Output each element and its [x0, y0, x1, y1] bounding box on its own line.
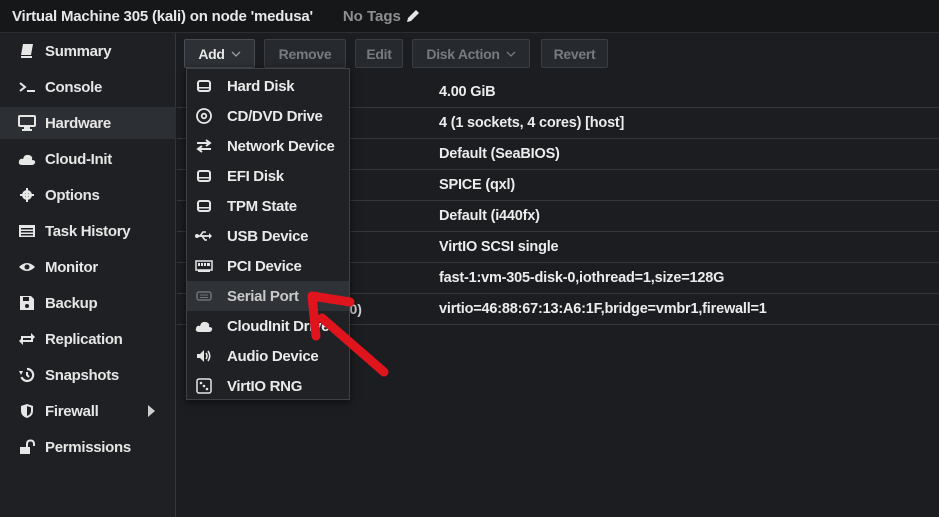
sidebar-item-label: Backup — [45, 294, 98, 312]
remove-button[interactable]: Remove — [264, 39, 346, 68]
shield-icon — [16, 401, 38, 421]
menu-item-label: Hard Disk — [227, 77, 295, 95]
sidebar-item-label: Summary — [45, 42, 112, 60]
sidebar-item-label: Options — [45, 186, 100, 204]
hdd-icon — [193, 76, 215, 96]
eye-icon — [16, 257, 38, 277]
sidebar-item-label: Console — [45, 78, 103, 96]
menu-item-label: Network Device — [227, 137, 335, 155]
menu-item-label: CloudInit Drive — [227, 317, 330, 335]
sidebar-item-task-history[interactable]: Task History — [0, 215, 176, 247]
window-title-bar: Virtual Machine 305 (kali) on node 'medu… — [0, 0, 939, 33]
cloud-icon — [16, 149, 38, 169]
row-value: virtio=46:88:67:13:A6:1F,bridge=vmbr1,fi… — [439, 301, 767, 317]
terminal-icon — [16, 77, 38, 97]
sidebar-item-label: Monitor — [45, 258, 98, 276]
tags-editor[interactable]: No Tags — [343, 8, 421, 25]
row-value: 4 (1 sockets, 4 cores) [host] — [439, 115, 625, 131]
retweet-icon — [16, 329, 38, 349]
page-title: Virtual Machine 305 (kali) on node 'medu… — [12, 7, 313, 25]
sidebar-item-console[interactable]: Console — [0, 71, 176, 103]
row-value: 4.00 GiB — [439, 84, 496, 100]
menu-item-efi-disk[interactable]: EFI Disk — [187, 161, 349, 191]
sidebar-item-options[interactable]: Options — [0, 179, 176, 211]
sidebar-item-cloud-init[interactable]: Cloud-Init — [0, 143, 176, 175]
disk-action-label: Disk Action — [426, 45, 500, 62]
row-value: Default (SeaBIOS) — [439, 146, 560, 162]
row-value: Default (i440fx) — [439, 208, 540, 224]
sidebar-item-snapshots[interactable]: Snapshots — [0, 359, 176, 391]
desktop-icon — [16, 113, 38, 133]
sidebar-item-backup[interactable]: Backup — [0, 287, 176, 319]
sidebar-item-label: Task History — [45, 222, 131, 240]
menu-item-label: VirtIO RNG — [227, 377, 303, 395]
menu-item-pci-device[interactable]: PCI Device — [187, 251, 349, 281]
sidebar-item-replication[interactable]: Replication — [0, 323, 176, 355]
menu-item-network-device[interactable]: Network Device — [187, 131, 349, 161]
row-value: VirtIO SCSI single — [439, 239, 559, 255]
menu-item-cloudinit-drive[interactable]: CloudInit Drive — [187, 311, 349, 341]
expand-arrow-icon[interactable] — [148, 405, 155, 417]
sidebar-item-summary[interactable]: Summary — [0, 35, 176, 67]
pci-card-icon — [193, 256, 215, 276]
add-button-label: Add — [198, 45, 225, 62]
menu-item-tpm-state[interactable]: TPM State — [187, 191, 349, 221]
sidebar-item-label: Cloud-Init — [45, 150, 112, 168]
menu-item-label: TPM State — [227, 197, 297, 215]
usb-icon — [193, 226, 215, 246]
menu-item-cd-dvd-drive[interactable]: CD/DVD Drive — [187, 101, 349, 131]
menu-item-label: EFI Disk — [227, 167, 284, 185]
vm-sidebar: Summary Console Hardware Cloud-Init Opti… — [0, 33, 176, 517]
gear-icon — [16, 185, 38, 205]
floppy-icon — [16, 293, 38, 313]
menu-item-audio-device[interactable]: Audio Device — [187, 341, 349, 371]
chevron-down-icon — [231, 51, 241, 57]
history-icon — [16, 365, 38, 385]
chevron-down-icon — [506, 51, 516, 57]
sidebar-item-permissions[interactable]: Permissions — [0, 431, 176, 463]
add-button[interactable]: Add — [184, 39, 255, 68]
revert-button-label: Revert — [553, 45, 596, 62]
sidebar-item-monitor[interactable]: Monitor — [0, 251, 176, 283]
row-value: fast-1:vm-305-disk-0,iothread=1,size=128… — [439, 270, 725, 286]
row-value: SPICE (qxl) — [439, 177, 515, 193]
menu-item-label: Audio Device — [227, 347, 319, 365]
add-dropdown-menu: Hard Disk CD/DVD Drive Network Device EF… — [186, 68, 350, 400]
sidebar-item-label: Firewall — [45, 402, 99, 420]
sidebar-item-label: Hardware — [45, 114, 111, 132]
hdd-icon — [193, 166, 215, 186]
menu-item-serial-port[interactable]: Serial Port — [187, 281, 349, 311]
edit-button-label: Edit — [366, 45, 392, 62]
menu-item-usb-device[interactable]: USB Device — [187, 221, 349, 251]
sidebar-item-label: Permissions — [45, 438, 131, 456]
dice-icon — [193, 376, 215, 396]
book-icon — [16, 41, 38, 61]
menu-item-label: CD/DVD Drive — [227, 107, 323, 125]
edit-button[interactable]: Edit — [355, 39, 403, 68]
hdd-icon — [193, 196, 215, 216]
menu-item-virtio-rng[interactable]: VirtIO RNG — [187, 371, 349, 401]
remove-button-label: Remove — [278, 45, 332, 62]
sidebar-item-hardware[interactable]: Hardware — [0, 107, 176, 139]
sidebar-item-label: Snapshots — [45, 366, 119, 384]
disk-action-button[interactable]: Disk Action — [412, 39, 530, 68]
disc-icon — [193, 106, 215, 126]
revert-button[interactable]: Revert — [541, 39, 608, 68]
pencil-icon[interactable] — [405, 8, 421, 24]
list-icon — [16, 221, 38, 241]
volume-icon — [193, 346, 215, 366]
sidebar-item-label: Replication — [45, 330, 123, 348]
sidebar-item-firewall[interactable]: Firewall — [0, 395, 176, 427]
menu-item-label: PCI Device — [227, 257, 302, 275]
menu-item-label: USB Device — [227, 227, 309, 245]
serial-port-icon — [193, 286, 215, 306]
menu-item-label: Serial Port — [227, 287, 299, 305]
unlock-icon — [16, 437, 38, 457]
menu-item-hard-disk[interactable]: Hard Disk — [187, 71, 349, 101]
exchange-icon — [193, 136, 215, 156]
cloud-icon — [193, 316, 215, 336]
tags-label: No Tags — [342, 7, 401, 25]
